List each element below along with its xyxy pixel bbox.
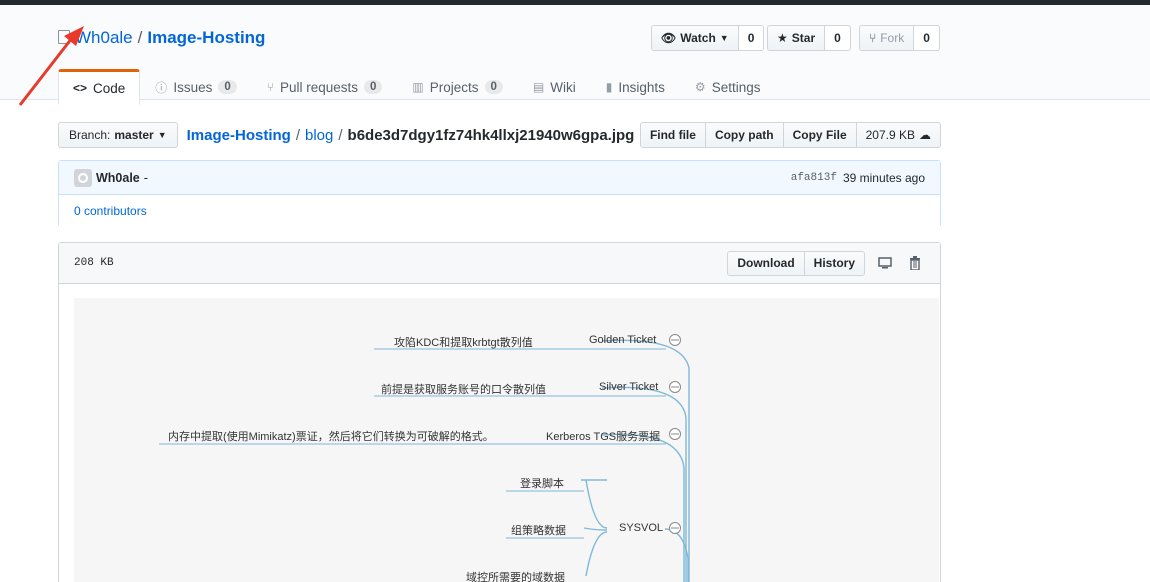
star-button[interactable]: ★ Star — [767, 25, 826, 51]
tab-pull-requests[interactable]: ⑂ Pull requests 0 — [252, 69, 398, 105]
branch-name: master — [114, 128, 154, 142]
watch-count[interactable]: 0 — [738, 25, 765, 51]
tab-settings[interactable]: ⚙ Settings — [680, 69, 776, 105]
eye-icon: 👁 — [661, 31, 677, 45]
file-header: 208 KB Download History — [59, 243, 940, 284]
copy-file-button[interactable]: Copy File — [782, 122, 857, 148]
file-button-group: Find file Copy path Copy File 207.9 KB ☁ — [639, 122, 941, 148]
tab-issues[interactable]: ⓘ Issues 0 — [140, 69, 251, 105]
history-button[interactable]: History — [803, 250, 865, 276]
repo-name-link[interactable]: Image-Hosting — [147, 28, 265, 48]
tab-wiki-label: Wiki — [550, 79, 576, 95]
path-separator: / — [338, 126, 343, 144]
breadcrumb-root-link[interactable]: Image-Hosting — [187, 127, 291, 144]
cloud-download-icon: ☁ — [919, 128, 931, 142]
breadcrumb-file: b6de3d7dgy1fz74hk4llxj21940w6gpa.jpg — [347, 126, 635, 144]
tab-pull-requests-count: 0 — [364, 80, 383, 94]
tab-projects[interactable]: ▥ Projects 0 — [397, 69, 518, 105]
tab-wiki[interactable]: ▤ Wiki — [518, 69, 591, 105]
copy-path-button[interactable]: Copy path — [704, 122, 784, 148]
tab-insights[interactable]: ▮ Insights — [591, 69, 680, 105]
mindmap-node-label: Kerberos TGS服务票据 — [546, 431, 661, 443]
project-icon: ▥ — [412, 80, 424, 94]
tab-insights-label: Insights — [618, 79, 665, 95]
watch-label: Watch — [680, 31, 716, 45]
star-icon: ★ — [777, 31, 788, 45]
fork-count[interactable]: 0 — [914, 25, 940, 51]
avatar[interactable] — [74, 168, 92, 187]
fork-action: ⑂ Fork 0 — [859, 25, 940, 51]
mindmap-child: 登录脚本 — [520, 478, 564, 490]
file-actions: Download History — [727, 250, 925, 276]
desktop-icon[interactable] — [875, 257, 895, 269]
tab-issues-label: Issues — [173, 79, 213, 95]
trash-icon[interactable] — [905, 256, 925, 270]
star-action: ★ Star 0 — [767, 25, 851, 51]
tab-projects-label: Projects — [429, 79, 479, 95]
download-button[interactable]: Download — [727, 250, 805, 276]
tab-issues-count: 0 — [218, 80, 237, 94]
fork-button[interactable]: ⑂ Fork — [859, 25, 915, 51]
book-icon: ▤ — [532, 80, 545, 94]
commit-time: 39 minutes ago — [842, 170, 925, 185]
file-size: 208 KB — [74, 257, 114, 269]
tab-settings-label: Settings — [711, 79, 761, 95]
commit-sha[interactable]: afa813f — [791, 172, 837, 184]
mindmap-node-desc: 攻陷KDC和提取krbtgt散列值 — [394, 337, 533, 349]
graph-icon: ▮ — [605, 80, 613, 94]
breadcrumb: Image-Hosting / blog / b6de3d7dgy1fz74hk… — [187, 127, 635, 144]
fork-label: Fork — [880, 31, 905, 45]
repo-header: Wh0ale / Image-Hosting 👁 Watch ▼ 0 ★ Sta… — [0, 5, 1150, 105]
file-viewer: 208 KB Download History Golden Ticket 攻陷… — [58, 242, 941, 582]
tab-pull-requests-label: Pull requests — [279, 79, 358, 95]
mindmap-node-desc: 内存中提取(使用Mimikatz)票证，然后将它们转换为可破解的格式。 — [168, 431, 494, 443]
mindmap-node-label: Golden Ticket — [589, 334, 657, 346]
contributors-link[interactable]: 0 contributors — [74, 204, 147, 218]
contributors-row: 0 contributors — [59, 195, 940, 227]
branch-selector[interactable]: Branch: master ▼ — [58, 122, 178, 148]
red-arrow-annotation — [18, 26, 84, 106]
caret-down-icon: ▼ — [157, 130, 167, 140]
find-file-button[interactable]: Find file — [639, 122, 706, 148]
path-separator: / — [295, 126, 300, 144]
commit-meta: afa813f 39 minutes ago — [791, 171, 925, 185]
breadcrumb-dir-link[interactable]: blog — [305, 127, 333, 144]
tab-projects-count: 0 — [484, 80, 503, 94]
file-size-label: 207.9 KB — [865, 128, 915, 142]
repo-nav: <> Code ⓘ Issues 0 ⑂ Pull requests 0 ▥ P… — [58, 69, 775, 105]
mindmap-child: 组策略数据 — [511, 525, 566, 537]
commit-message[interactable]: - — [144, 170, 148, 185]
file-nav: Branch: master ▼ Image-Hosting / blog / … — [58, 122, 941, 148]
issue-icon: ⓘ — [155, 80, 168, 95]
mindmap-image: Golden Ticket 攻陷KDC和提取krbtgt散列值 Silver T… — [74, 298, 939, 582]
star-label: Star — [791, 31, 816, 45]
mindmap-node-desc: 前提是获取服务账号的口令散列值 — [381, 384, 546, 396]
watch-button[interactable]: 👁 Watch ▼ — [651, 25, 739, 51]
latest-commit: Wh0ale - afa813f 39 minutes ago — [59, 161, 940, 195]
pull-request-icon: ⑂ — [266, 80, 274, 94]
mindmap-child: 域控所需要的域数据 — [466, 572, 565, 582]
mindmap-node-label: SYSVOL — [619, 522, 664, 534]
star-count[interactable]: 0 — [825, 25, 851, 51]
commit-author[interactable]: Wh0ale — [96, 171, 140, 185]
path-separator: / — [137, 28, 143, 47]
gear-icon: ⚙ — [694, 80, 706, 94]
branch-prefix: Branch: — [69, 128, 111, 142]
commit-tease: Wh0ale - afa813f 39 minutes ago 0 contri… — [58, 160, 941, 227]
mindmap-node-label: Silver Ticket — [599, 381, 659, 393]
download-size-button[interactable]: 207.9 KB ☁ — [855, 122, 941, 148]
watch-action: 👁 Watch ▼ 0 — [651, 25, 765, 51]
fork-icon: ⑂ — [869, 31, 877, 45]
caret-down-icon: ▼ — [719, 33, 729, 43]
